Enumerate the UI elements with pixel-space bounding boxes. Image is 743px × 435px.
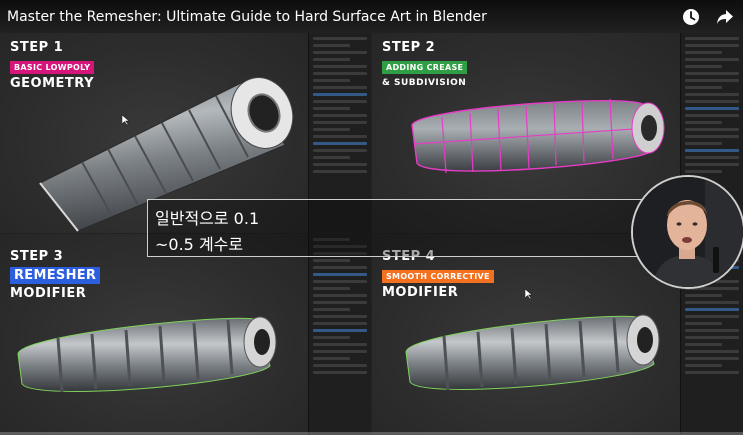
step-subtitle: & SUBDIVISION bbox=[382, 78, 467, 88]
blender-properties-panel bbox=[308, 234, 371, 434]
step-tag: REMESHER bbox=[10, 267, 101, 284]
step4-label: STEP 4 SMOOTH CORRECTIVE MODIFIER bbox=[382, 250, 494, 300]
step-number: STEP 1 bbox=[10, 40, 64, 55]
step-number: STEP 3 bbox=[10, 249, 64, 264]
step-tag: ADDING CREASE bbox=[382, 61, 468, 74]
caption-line-2: ~0.5 계수로 bbox=[155, 235, 244, 254]
caption-line-1: 일반적으로 0.1 bbox=[155, 209, 260, 228]
mouse-cursor-icon bbox=[122, 115, 130, 125]
step2-label: STEP 2 ADDING CREASE & SUBDIVISION bbox=[382, 40, 468, 91]
clock-icon[interactable] bbox=[681, 7, 701, 31]
step-number: STEP 2 bbox=[382, 40, 436, 55]
step3-label: STEP 3 REMESHER MODIFIER bbox=[10, 249, 101, 301]
step-tag: SMOOTH CORRECTIVE bbox=[382, 270, 494, 283]
video-title-bar: Master the Remesher: Ultimate Guide to H… bbox=[0, 0, 743, 34]
step-tag: BASIC LOWPOLY bbox=[10, 61, 95, 74]
step3-quadrant: STEP 3 REMESHER MODIFIER bbox=[0, 234, 371, 434]
video-player[interactable]: Master the Remesher: Ultimate Guide to H… bbox=[0, 0, 743, 435]
video-title[interactable]: Master the Remesher: Ultimate Guide to H… bbox=[7, 9, 487, 25]
mouse-cursor-icon bbox=[525, 289, 533, 299]
presenter-webcam bbox=[631, 175, 743, 289]
share-icon[interactable] bbox=[715, 7, 735, 31]
step-subtitle: MODIFIER bbox=[10, 286, 87, 301]
step-subtitle: GEOMETRY bbox=[10, 76, 94, 91]
step1-label: STEP 1 BASIC LOWPOLY GEOMETRY bbox=[10, 40, 95, 91]
step-subtitle: MODIFIER bbox=[382, 285, 459, 300]
presenter-avatar bbox=[633, 177, 743, 287]
